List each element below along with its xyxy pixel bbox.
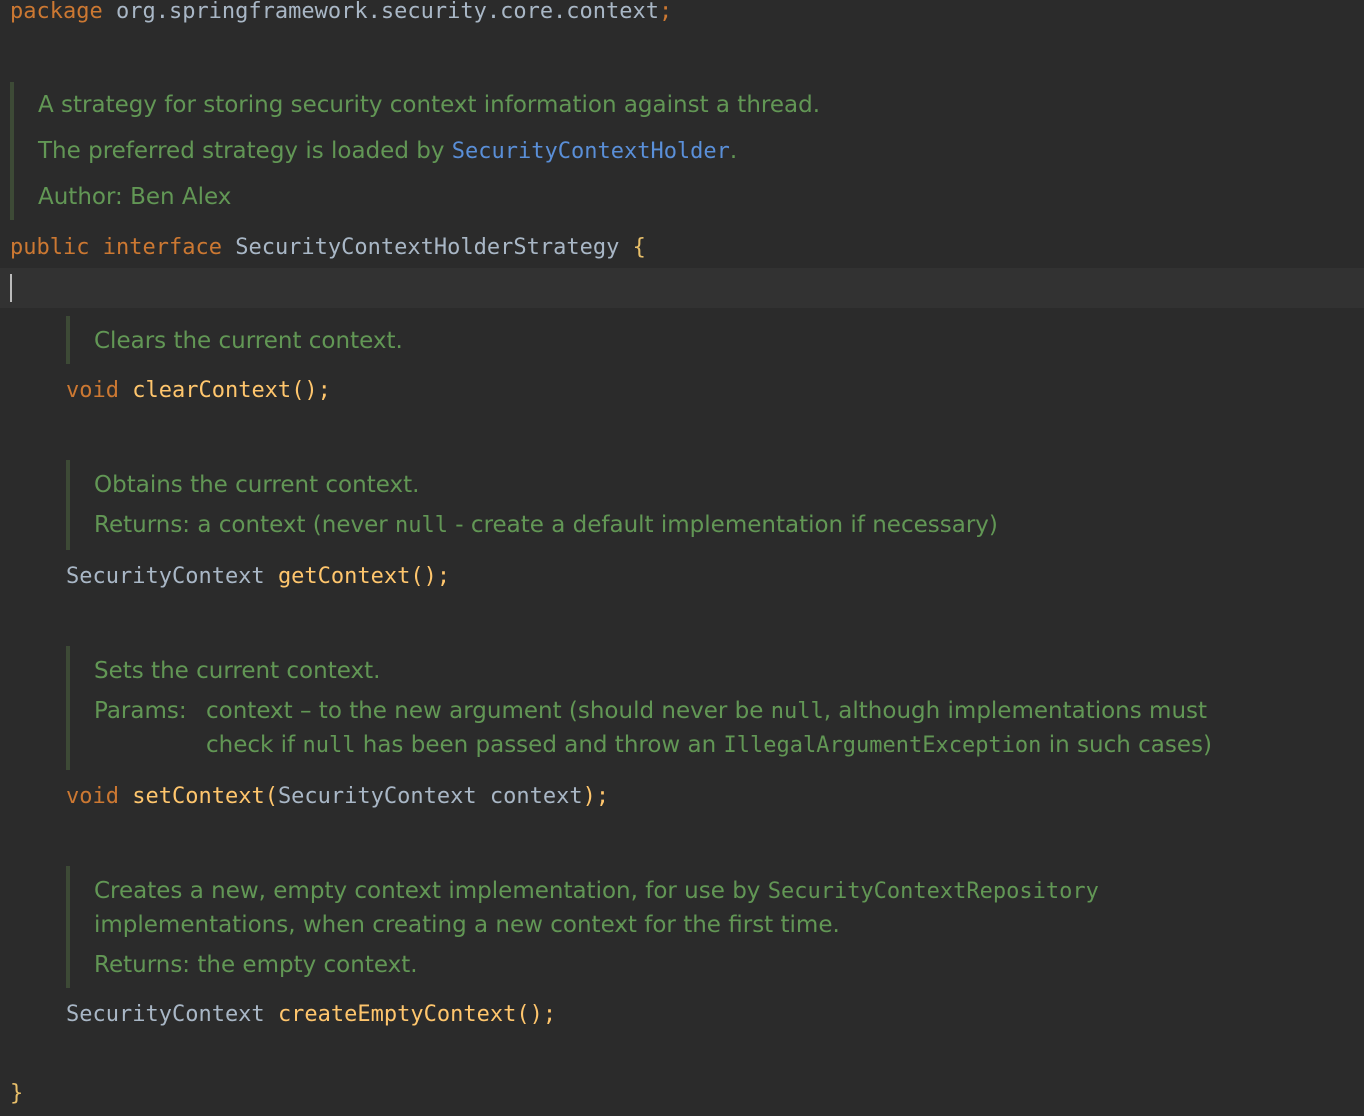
method-name-get-context: getContext [277, 564, 411, 589]
method-name-create-empty-context: createEmptyContext [277, 1002, 517, 1027]
param-open: ( [264, 784, 278, 809]
params-null-code: null [302, 733, 356, 758]
returns-null-code: null [395, 513, 448, 538]
package-declaration: package org.springframework.security.cor… [10, 0, 672, 26]
class-doc-line2-prefix: The preferred strategy is loaded by [38, 138, 452, 164]
get-context-signature: SecurityContext getContext(); [66, 563, 450, 591]
get-context-returns: Returns: a context (never null - create … [94, 510, 998, 541]
param-close: ); [582, 784, 610, 809]
return-type: SecurityContext [66, 564, 265, 589]
code-editor[interactable]: package org.springframework.security.cor… [0, 0, 1364, 1116]
param-name: context [489, 784, 583, 809]
return-type: void [66, 378, 119, 403]
method-doc-bar [66, 646, 70, 770]
set-context-signature: void setContext(SecurityContext context)… [66, 783, 609, 811]
text-caret [10, 274, 12, 302]
package-keyword: package [10, 0, 103, 24]
returns-prefix: a context (never [197, 512, 396, 538]
param-type: SecurityContext [277, 784, 477, 809]
clear-context-doc: Clears the current context. [94, 328, 403, 354]
package-semicolon: ; [659, 0, 673, 24]
open-brace: { [632, 235, 646, 260]
params-line2: check if null has been passed and throw … [206, 730, 1212, 761]
class-doc-bar [10, 82, 14, 220]
params-line1-suffix: , although implementations must [823, 698, 1208, 724]
class-doc-line1: A strategy for storing security context … [38, 92, 820, 118]
params-null-code: null [770, 699, 824, 724]
create-empty-doc-line2: implementations, when creating a new con… [94, 912, 840, 938]
params-line1: context – to the new argument (should ne… [206, 696, 1207, 727]
return-type: SecurityContext [66, 1002, 265, 1027]
create-empty-returns: Returns: the empty context. [94, 950, 418, 980]
params-line2-suffix: in such cases) [1041, 732, 1212, 758]
signature-tail: (); [291, 378, 331, 403]
create-empty-signature: SecurityContext createEmptyContext(); [66, 1001, 556, 1029]
method-doc-bar [66, 316, 70, 364]
security-context-repository-code: SecurityContextRepository [767, 879, 1099, 904]
close-brace: } [10, 1080, 23, 1108]
public-keyword: public [10, 235, 90, 260]
signature-tail: (); [410, 564, 451, 589]
package-name: org.springframework.security.core.contex… [115, 0, 660, 24]
class-doc-author: Author: Ben Alex [38, 184, 232, 210]
returns-suffix: - create a default implementation if nec… [448, 512, 998, 538]
get-context-doc: Obtains the current context. [94, 472, 420, 498]
returns-label: Returns: [94, 952, 191, 978]
returns-label: Returns: [94, 512, 191, 538]
clear-context-signature: void clearContext(); [66, 377, 331, 405]
params-line2-mid: has been passed and throw an [355, 732, 724, 758]
method-name-clear-context: clearContext [132, 378, 292, 403]
return-type: void [66, 784, 119, 809]
class-doc-line2-suffix: . [729, 138, 738, 164]
interface-name: SecurityContextHolderStrategy [235, 235, 620, 260]
method-name-set-context: setContext [132, 784, 265, 809]
set-context-doc: Sets the current context. [94, 658, 381, 684]
security-context-holder-link[interactable]: SecurityContextHolder [452, 139, 730, 164]
illegal-argument-exception-code: IllegalArgumentException [723, 733, 1042, 758]
class-doc-line2: The preferred strategy is loaded by Secu… [38, 136, 737, 167]
params-line1-prefix: context – to the new argument (should ne… [206, 698, 771, 724]
current-line-highlight [0, 268, 1364, 308]
method-doc-bar [66, 866, 70, 988]
params-label: Params: [94, 698, 187, 724]
params-line2-prefix: check if [206, 732, 303, 758]
interface-declaration: public interface SecurityContextHolderSt… [10, 234, 646, 262]
close-brace-char: } [10, 1081, 24, 1106]
interface-keyword: interface [102, 235, 222, 260]
signature-tail: (); [516, 1002, 557, 1027]
returns-text: the empty context. [197, 952, 418, 978]
method-doc-bar [66, 460, 70, 550]
create-empty-doc-prefix: Creates a new, empty context implementat… [94, 878, 768, 904]
create-empty-doc-line1: Creates a new, empty context implementat… [94, 876, 1099, 907]
